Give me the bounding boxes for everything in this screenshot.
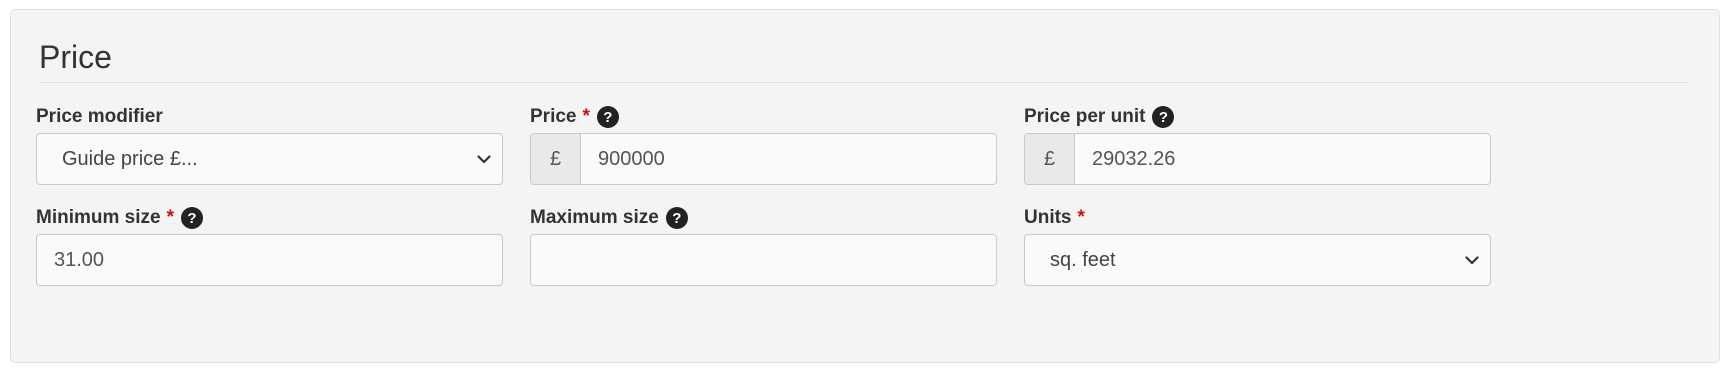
question-circle-icon[interactable]: ? bbox=[1152, 106, 1175, 128]
currency-addon: £ bbox=[531, 134, 581, 184]
chevron-down-icon bbox=[466, 134, 502, 184]
units-label-text: Units bbox=[1024, 207, 1072, 228]
title-divider bbox=[39, 82, 1689, 83]
price-label: Price * ? bbox=[530, 104, 619, 130]
question-circle-icon[interactable]: ? bbox=[596, 106, 619, 128]
price-per-unit-label: Price per unit ? bbox=[1024, 104, 1175, 130]
minimum-size-input-wrapper bbox=[36, 234, 503, 286]
price-input[interactable] bbox=[581, 134, 996, 184]
price-per-unit-input[interactable] bbox=[1075, 134, 1490, 184]
price-panel: Price Price modifier Guide price £... Pr… bbox=[10, 9, 1720, 363]
price-per-unit-label-text: Price per unit bbox=[1024, 106, 1146, 127]
required-marker: * bbox=[1077, 207, 1085, 228]
price-input-group: £ bbox=[530, 133, 997, 185]
price-per-unit-input-group: £ bbox=[1024, 133, 1491, 185]
maximum-size-label-text: Maximum size bbox=[530, 207, 659, 228]
chevron-down-icon bbox=[1454, 235, 1490, 285]
panel-title: Price bbox=[39, 39, 112, 75]
price-modifier-select[interactable]: Guide price £... bbox=[36, 133, 503, 185]
price-modifier-label-text: Price modifier bbox=[36, 106, 163, 127]
required-marker: * bbox=[166, 207, 174, 228]
maximum-size-input[interactable] bbox=[531, 235, 996, 285]
question-circle-icon[interactable]: ? bbox=[665, 207, 688, 229]
units-selected-value: sq. feet bbox=[1050, 248, 1116, 271]
maximum-size-input-wrapper bbox=[530, 234, 997, 286]
question-circle-icon[interactable]: ? bbox=[180, 207, 203, 229]
required-marker: * bbox=[582, 106, 590, 127]
units-label: Units * bbox=[1024, 205, 1085, 231]
price-label-text: Price bbox=[530, 106, 577, 127]
minimum-size-label: Minimum size * ? bbox=[36, 205, 203, 231]
price-modifier-label: Price modifier bbox=[36, 104, 163, 130]
minimum-size-input[interactable] bbox=[37, 235, 502, 285]
minimum-size-label-text: Minimum size bbox=[36, 207, 161, 228]
maximum-size-label: Maximum size ? bbox=[530, 205, 688, 231]
price-modifier-selected-value: Guide price £... bbox=[62, 147, 198, 170]
currency-addon: £ bbox=[1025, 134, 1075, 184]
units-select[interactable]: sq. feet bbox=[1024, 234, 1491, 286]
